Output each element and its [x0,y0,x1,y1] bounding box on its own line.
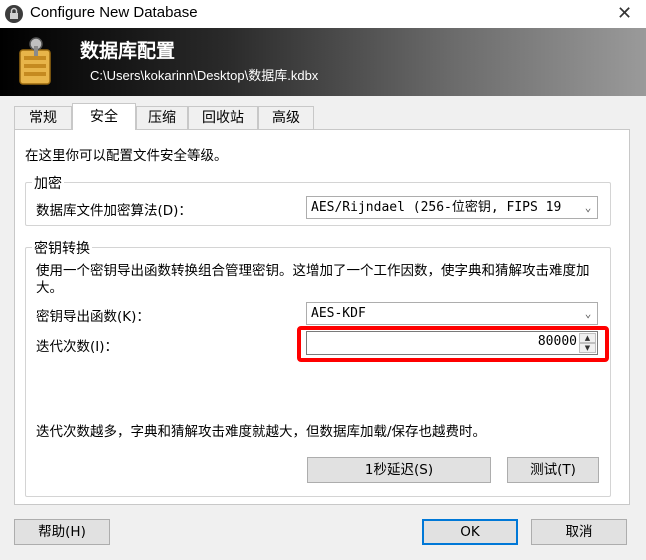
iterations-value: 80000 [537,334,577,349]
kdf-label: 密钥导出函数(K)： [36,309,150,325]
header-banner: 数据库配置 C:\Users\kokarinn\Desktop\数据库.kdbx [0,28,646,96]
encryption-legend: 加密 [32,173,64,193]
kdf-select[interactable]: AES-KDF ⌄ [306,302,598,325]
close-icon[interactable]: ✕ [603,0,646,28]
tab-compression[interactable]: 压缩 [136,106,188,130]
tab-advanced[interactable]: 高级 [258,106,314,130]
database-path: C:\Users\kokarinn\Desktop\数据库.kdbx [90,68,319,83]
iterations-hint: 迭代次数越多，字典和猜解攻击难度就越大，但数据库加载/保存也越费时。 [36,424,487,440]
security-panel: 在这里你可以配置文件安全等级。 加密 数据库文件加密算法(D)： AES/Rij… [14,129,630,505]
tab-recycle-bin[interactable]: 回收站 [188,106,258,130]
key-transform-group: 密钥转换 使用一个密钥导出函数转换组合管理密钥。这增加了一个工作因数，使字典和猜… [25,238,611,497]
kdf-description: 使用一个密钥导出函数转换组合管理密钥。这增加了一个工作因数，使字典和猜解攻击难度… [36,263,590,296]
tab-general[interactable]: 常规 [14,106,72,130]
tab-security[interactable]: 安全 [72,103,136,130]
banner-title: 数据库配置 [80,40,176,62]
algorithm-value: AES/Rijndael (256-位密钥, FIPS 19 [311,200,562,215]
test-button[interactable]: 测试(T) [507,457,599,483]
key-transform-legend: 密钥转换 [32,238,92,258]
one-second-delay-button[interactable]: 1秒延迟(S) [307,457,491,483]
intro-text: 在这里你可以配置文件安全等级。 [25,148,228,164]
database-config-icon [19,37,51,85]
iterations-label: 迭代次数(I)： [36,339,119,355]
chevron-down-icon: ⌄ [579,197,597,218]
kdf-value: AES-KDF [311,306,366,321]
iterations-stepper[interactable]: 80000 ▲ ▼ [306,331,598,355]
chevron-down-icon: ⌄ [579,303,597,324]
window-title: Configure New Database [30,4,198,21]
help-button[interactable]: 帮助(H) [14,519,110,545]
spin-arrows-icon[interactable]: ▲ ▼ [579,333,596,353]
algorithm-select[interactable]: AES/Rijndael (256-位密钥, FIPS 19 ⌄ [306,196,598,219]
title-bar: Configure New Database ✕ [0,0,646,28]
encryption-group: 加密 数据库文件加密算法(D)： AES/Rijndael (256-位密钥, … [25,173,611,226]
lock-icon [5,5,23,23]
cancel-button[interactable]: 取消 [531,519,627,545]
spin-down-icon[interactable]: ▼ [579,343,596,353]
spin-up-icon[interactable]: ▲ [579,333,596,343]
algorithm-label: 数据库文件加密算法(D)： [36,203,192,219]
ok-button[interactable]: OK [422,519,518,545]
